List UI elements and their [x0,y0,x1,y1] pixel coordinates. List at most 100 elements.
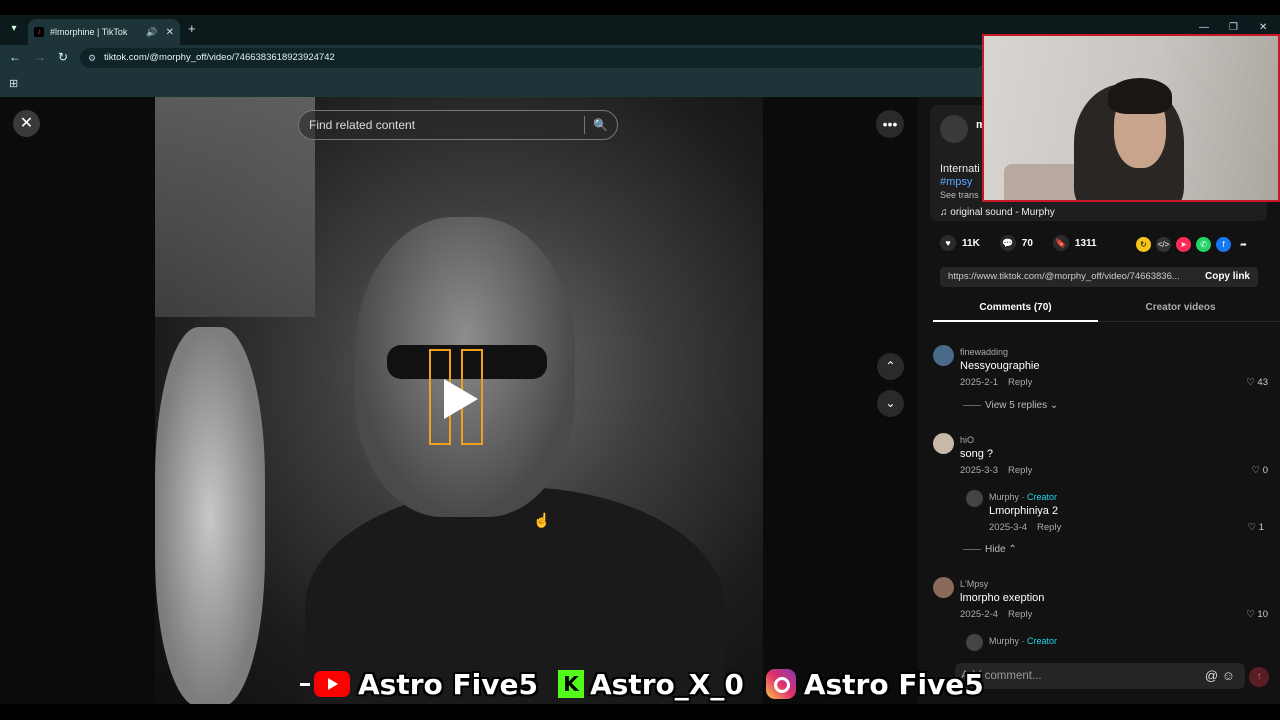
comment-like[interactable]: ♡ 0 [1252,465,1268,476]
tab-creator-videos[interactable]: Creator videos [1098,297,1263,319]
comment-meta: 2025-2-1 Reply [960,377,1032,388]
commenter-name[interactable]: finewadding [960,347,1008,357]
save-count: 1311 [1074,237,1097,249]
add-comment-input[interactable]: Add comment... @ ☺ [955,663,1245,689]
browser-tab[interactable]: ♪ #lmorphine | TikTok 🔊 ✕ [28,19,180,45]
new-tab-icon[interactable]: + [188,21,196,36]
post-comment-button[interactable]: ↑ [1249,667,1269,687]
tab-title: #lmorphine | TikTok [50,27,128,37]
tab-search-icon[interactable]: ▾ [6,21,22,37]
heart-icon: ♡ [1246,377,1258,388]
save-button[interactable]: 🔖 1311 [1052,235,1097,251]
previous-video-button[interactable]: ⌃ [877,353,904,380]
comment-date: 2025-2-4 [960,609,999,620]
instagram-handle: Astro Five5 [803,667,984,701]
comment-like-count: 10 [1257,609,1268,620]
view-replies-button[interactable]: View 5 replies ⌄ [963,400,1058,411]
post-description: Internati [940,163,980,175]
instagram-icon [765,669,796,699]
tiktok-favicon-icon: ♪ [34,27,44,37]
creator-avatar[interactable] [966,634,983,651]
creator-name-row[interactable]: Murphy · Creator [989,636,1057,646]
back-icon[interactable]: ← [9,50,21,64]
reload-icon[interactable]: ↻ [58,50,68,64]
comment-button[interactable]: 💬 70 [999,235,1033,251]
comment-like[interactable]: ♡ 1 [1248,522,1264,533]
tab-comments[interactable]: Comments (70) [933,297,1098,322]
post-hashtag[interactable]: #mpsy [940,176,972,188]
close-video-button[interactable]: ✕ [13,110,40,137]
comment-like[interactable]: ♡ 10 [1246,609,1268,620]
commenter-avatar[interactable] [933,577,954,598]
send-to-friends-icon[interactable]: ➤ [1176,237,1191,252]
creator-avatar[interactable] [966,490,983,507]
kick-handle: Astro_X_0 [589,667,744,701]
commenter-avatar[interactable] [933,433,954,454]
site-info-icon[interactable]: ⚙ [88,48,96,68]
commenter-avatar[interactable] [933,345,954,366]
reply-button[interactable]: Reply [1008,609,1032,620]
like-button[interactable]: ♥ 11K [940,235,980,251]
reply-button[interactable]: Reply [1008,465,1032,476]
close-window-icon[interactable]: ✕ [1259,22,1267,33]
more-options-button[interactable]: ••• [876,110,904,138]
whatsapp-icon[interactable]: ✆ [1196,237,1211,252]
youtube-icon [314,671,350,697]
reply-button[interactable]: Reply [1037,522,1061,533]
comment-text: lmorpho exeption [960,592,1045,604]
view-replies-label: View 5 replies [985,400,1048,411]
comment-text: song ? [960,448,994,460]
webcam-overlay [982,34,1280,202]
next-video-button[interactable]: ⌄ [877,390,904,417]
share-url[interactable]: https://www.tiktok.com/@morphy_off/video… [948,271,1180,282]
sound-link[interactable]: ♫ original sound - Murphy [940,207,1055,218]
maximize-icon[interactable]: ❐ [1229,22,1238,33]
video-stage: ✕ Find related content 🔍 ••• ⌃ ⌄ ☝ [0,97,918,704]
see-translation-link[interactable]: See trans [940,190,979,200]
share-icons: ↻ </> ➤ ✆ f ➦ [1136,237,1251,252]
comment-like-count: 43 [1257,377,1268,388]
comment-item: L'Mpsy lmorpho exeption 2025-2-4 Reply ♡ … [933,577,1268,627]
close-tab-icon[interactable]: ✕ [166,27,174,38]
minimize-icon[interactable]: — [1199,22,1209,33]
video-background [155,97,315,317]
creator-name-row[interactable]: Murphy · Creator [989,492,1057,502]
search-placeholder: Find related content [309,118,416,132]
commenter-name[interactable]: hiO [960,435,974,445]
author-avatar[interactable] [940,115,968,143]
hide-replies-button[interactable]: Hide ⌃ [963,544,1017,555]
repost-icon[interactable]: ↻ [1136,237,1151,252]
facebook-icon[interactable]: f [1216,237,1231,252]
action-row: ♥ 11K 💬 70 🔖 1311 [940,235,1111,251]
heart-icon: ♡ [1251,465,1263,476]
chevron-down-icon: ⌄ [1047,400,1059,411]
sound-label: original sound - Murphy [950,207,1055,218]
apps-grid-icon[interactable]: ⊞ [9,77,18,90]
forward-icon[interactable]: → [34,50,46,64]
share-arrow-icon[interactable]: ➦ [1236,237,1251,252]
video-player[interactable] [155,97,763,704]
commenter-name[interactable]: L'Mpsy [960,579,988,589]
copy-link-button[interactable]: Copy link [1205,267,1250,287]
comment-meta: 2025-3-3 Reply [960,465,1032,476]
creator-badge: Creator [1027,636,1058,646]
comment-like-count: 1 [1258,522,1264,533]
url-input[interactable]: ⚙ tiktok.com/@morphy_off/video/746638361… [80,48,985,68]
creator-reply: Murphy · Creator Lmorphiniya 2 2025-3-4 R… [966,490,1264,540]
play-icon[interactable] [444,379,478,419]
mention-emoji-icons[interactable]: @ ☺ [1205,663,1235,689]
search-icon[interactable]: 🔍 [593,118,617,132]
embed-icon[interactable]: </> [1156,237,1171,252]
creator-name: Murphy [989,636,1020,646]
comment-date: 2025-3-4 [989,522,1028,533]
share-link-box: https://www.tiktok.com/@morphy_off/video… [940,267,1258,287]
related-search-input[interactable]: Find related content 🔍 [298,110,618,140]
reply-button[interactable]: Reply [1008,377,1032,388]
music-note-icon: ♫ [940,207,951,218]
comment-like[interactable]: ♡ 43 [1246,377,1268,388]
speaker-icon[interactable]: 🔊 [146,27,157,38]
socials-dash [300,682,310,686]
comment-text: Nessyougraphie [960,360,1040,372]
hand-cursor-icon: ☝ [533,512,551,528]
comment-like-count: 0 [1262,465,1268,476]
